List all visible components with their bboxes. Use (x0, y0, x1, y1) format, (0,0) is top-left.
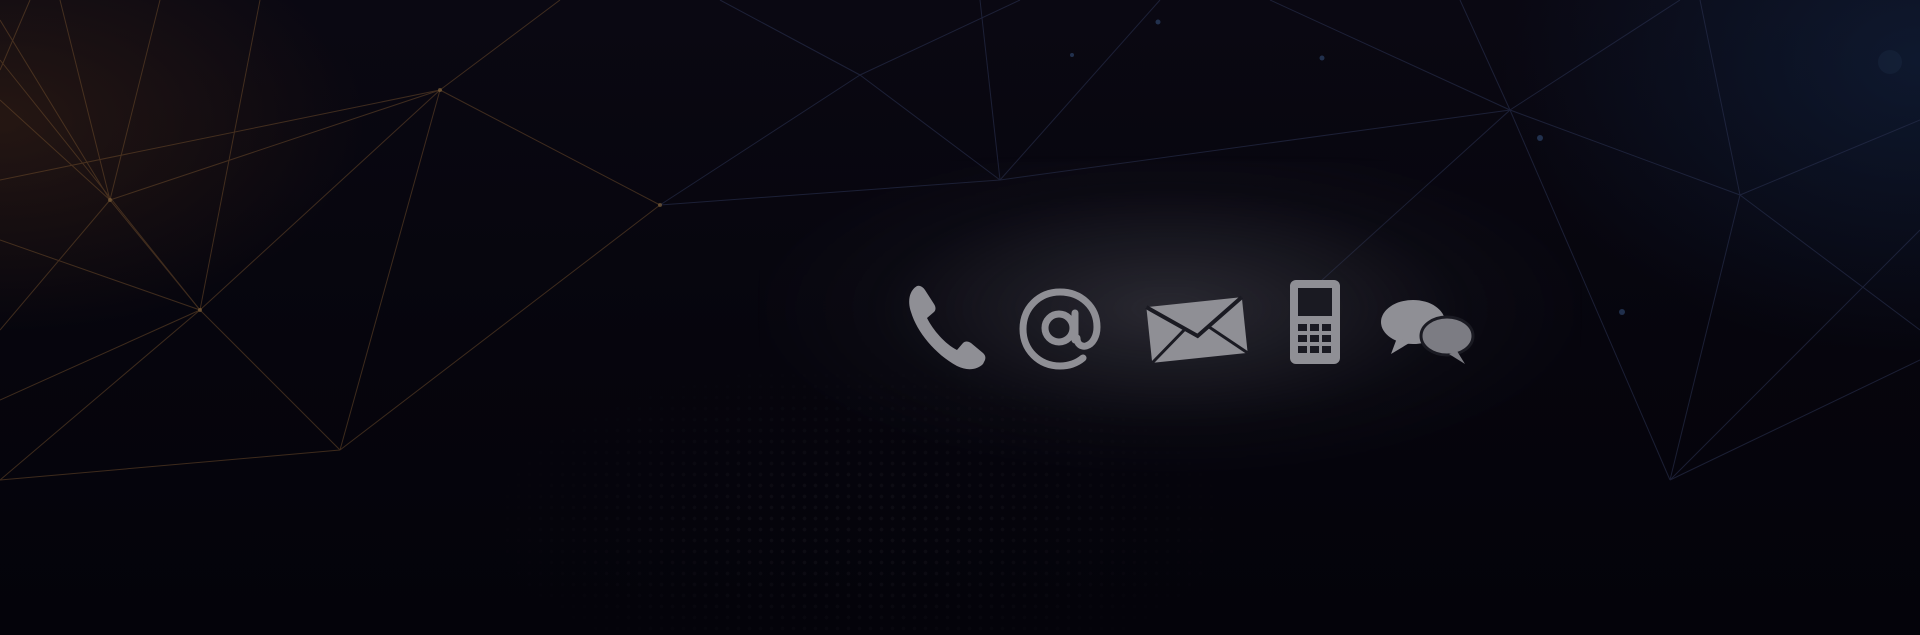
mobile-phone-icon (1288, 278, 1342, 366)
phone-icon (905, 280, 995, 372)
contact-banner (0, 0, 1920, 635)
chat-bubbles-icon (1377, 296, 1477, 366)
envelope-icon (1145, 294, 1249, 366)
at-sign-icon (1017, 286, 1103, 372)
contact-icons-row (905, 280, 1495, 380)
